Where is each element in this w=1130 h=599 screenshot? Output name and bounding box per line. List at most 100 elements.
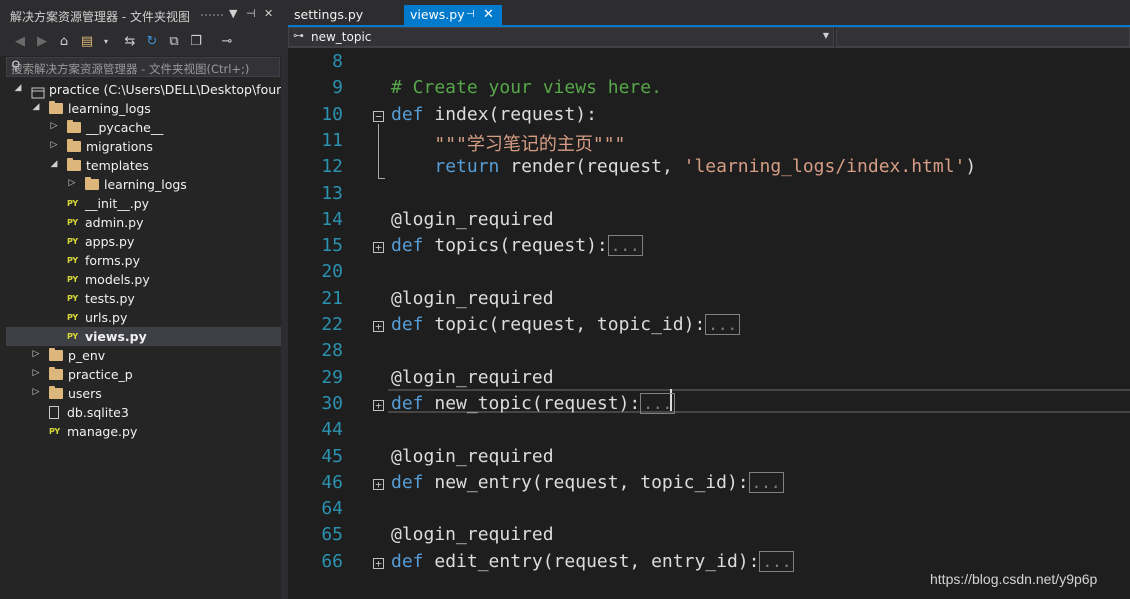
tree-item[interactable]: ▷ migrations	[6, 137, 281, 156]
code-line[interactable]: """学习笔记的主页"""	[391, 130, 625, 156]
sync-icon[interactable]: ⇆	[121, 33, 139, 51]
collapsed-region[interactable]: ...	[759, 550, 795, 572]
collapsed-region[interactable]: ...	[705, 314, 741, 335]
tree-item[interactable]: PY urls.py	[6, 308, 281, 327]
back-icon[interactable]: ◀	[11, 33, 29, 51]
line-number: 64	[321, 498, 343, 520]
solution-icon	[31, 84, 45, 99]
python-file-icon: PY	[67, 199, 78, 208]
chevron-down-icon[interactable]: ▼	[823, 31, 829, 40]
code-line[interactable]: return render(request, 'learning_logs/in…	[391, 156, 976, 177]
code-line[interactable]: def topics(request):...	[391, 235, 643, 257]
expand-region-icon[interactable]: +	[373, 321, 384, 332]
switch-views-icon[interactable]: ▤	[78, 33, 96, 51]
code-line[interactable]: def index(request):	[391, 104, 597, 125]
tree-item-label: learning_logs	[68, 101, 151, 116]
tree-item-label: practice (C:\Users\DELL\Desktop\four\l	[49, 82, 289, 97]
tree-item[interactable]: PY __init__.py	[6, 194, 281, 213]
code-line[interactable]: @login_required	[391, 446, 554, 467]
collapse-arrow-icon[interactable]: ◢	[49, 159, 59, 169]
tree-item[interactable]: ▷ users	[6, 384, 281, 403]
folder-icon	[67, 139, 81, 152]
expand-arrow-icon[interactable]: ▷	[31, 387, 41, 397]
collapsed-region[interactable]: ...	[748, 471, 784, 493]
forward-icon[interactable]: ▶	[33, 33, 51, 51]
drag-grip[interactable]	[200, 13, 224, 18]
expand-arrow-icon[interactable]: ▷	[31, 368, 41, 378]
tab-label: views.py	[410, 7, 465, 22]
collapse-all-icon[interactable]: ⧉	[165, 33, 183, 51]
code-line[interactable]: @login_required	[391, 367, 554, 388]
home-icon[interactable]: ⌂	[55, 33, 73, 51]
panel-splitter[interactable]	[281, 0, 288, 599]
show-all-files-icon[interactable]: ⊸	[218, 33, 236, 51]
expand-region-icon[interactable]: +	[373, 478, 384, 490]
tab-views-py[interactable]: views.py ⊣ ✕	[404, 5, 502, 25]
solution-search-input[interactable]: 搜索解决方案资源管理器 - 文件夹视图(Ctrl+;) ⚲	[6, 57, 280, 77]
code-line[interactable]: @login_required	[391, 209, 554, 230]
close-tab-icon[interactable]: ✕	[483, 5, 494, 25]
code-line[interactable]: @login_required	[391, 288, 554, 309]
member-dropdown[interactable]: ⊶ new_topic ▼	[288, 27, 834, 47]
collapse-arrow-icon[interactable]: ◢	[31, 102, 41, 112]
tree-item[interactable]: ▷ learning_logs	[6, 175, 281, 194]
tree-item[interactable]: PY apps.py	[6, 232, 281, 251]
close-icon[interactable]: ✕	[264, 7, 273, 20]
line-number: 29	[321, 366, 343, 388]
tree-item-label: templates	[86, 158, 149, 173]
tree-item-label: p_env	[68, 348, 106, 363]
solution-explorer-panel: 解决方案资源管理器 - 文件夹视图 ▼ ⊣ ✕ ◀ ▶ ⌂ ▤ ▾ ⇆ ↻ ⧉ …	[0, 0, 289, 599]
tree-item[interactable]: ▷ __pycache__	[6, 118, 281, 137]
solution-explorer-titlebar: 解决方案资源管理器 - 文件夹视图 ▼ ⊣ ✕	[0, 0, 281, 28]
refresh-icon[interactable]: ↻	[143, 33, 161, 51]
tree-item[interactable]: PY manage.py	[6, 422, 281, 441]
expand-region-icon[interactable]: +	[373, 557, 384, 569]
tab-settings-py[interactable]: settings.py	[288, 5, 404, 25]
tree-item[interactable]: PY admin.py	[6, 213, 281, 232]
expand-region-icon[interactable]: +	[373, 242, 384, 254]
tree-item[interactable]: PY tests.py	[6, 289, 281, 308]
tree-item[interactable]: ◢ templates	[6, 156, 281, 175]
code-line[interactable]: def new_entry(request, topic_id):...	[391, 471, 784, 493]
tree-item[interactable]: ◢ practice (C:\Users\DELL\Desktop\four\l	[6, 80, 289, 99]
tree-item[interactable]: PY views.py	[6, 327, 281, 346]
tree-item[interactable]: PY models.py	[6, 270, 281, 289]
python-file-icon: PY	[67, 218, 78, 227]
tree-item-label: learning_logs	[104, 177, 187, 192]
tree-item[interactable]: db.sqlite3	[6, 403, 281, 422]
line-number: 22	[321, 314, 343, 335]
pin-icon[interactable]: ⊣	[246, 7, 256, 20]
tree-item[interactable]: ◢ learning_logs	[6, 99, 281, 118]
tree-item[interactable]: PY forms.py	[6, 251, 281, 270]
code-line[interactable]: def edit_entry(request, entry_id):...	[391, 550, 795, 572]
search-icon[interactable]: ⚲	[11, 59, 276, 74]
expand-arrow-icon[interactable]: ▷	[49, 140, 59, 150]
code-line[interactable]: # Create your views here.	[391, 77, 662, 98]
tree-item-label: admin.py	[85, 215, 144, 230]
code-editor[interactable]: 8 9 # Create your views here. 10 def index(r…	[288, 48, 1130, 599]
pin-tab-icon[interactable]: ⊣	[466, 5, 475, 25]
folder-icon	[49, 367, 63, 380]
copy-icon[interactable]: ❐	[187, 33, 205, 51]
python-file-icon: PY	[67, 332, 78, 341]
tree-item[interactable]: ▷ practice_p	[6, 365, 281, 384]
line-number: 44	[321, 419, 343, 441]
dropdown-arrow-icon[interactable]: ▼	[229, 7, 237, 20]
collapsed-region[interactable]: ...	[607, 235, 643, 257]
folder-icon	[49, 386, 63, 399]
collapse-arrow-icon[interactable]: ◢	[13, 83, 23, 93]
switch-views-dropdown-icon[interactable]: ▾	[97, 33, 115, 51]
code-line[interactable]: def topic(request, topic_id):...	[391, 314, 741, 335]
collapse-region-icon[interactable]: −	[373, 110, 384, 122]
file-icon	[49, 406, 59, 419]
code-line[interactable]: def new_topic(request):...	[391, 392, 676, 414]
expand-arrow-icon[interactable]: ▷	[49, 121, 59, 131]
code-line[interactable]: @login_required	[391, 524, 554, 545]
tree-item[interactable]: ▷ p_env	[6, 346, 281, 365]
expand-arrow-icon[interactable]: ▷	[67, 178, 77, 188]
expand-region-icon[interactable]: +	[373, 399, 384, 411]
collapsed-region[interactable]: ...	[640, 392, 676, 414]
expand-arrow-icon[interactable]: ▷	[31, 349, 41, 359]
python-file-icon: PY	[67, 275, 78, 284]
secondary-dropdown[interactable]	[836, 27, 1130, 47]
